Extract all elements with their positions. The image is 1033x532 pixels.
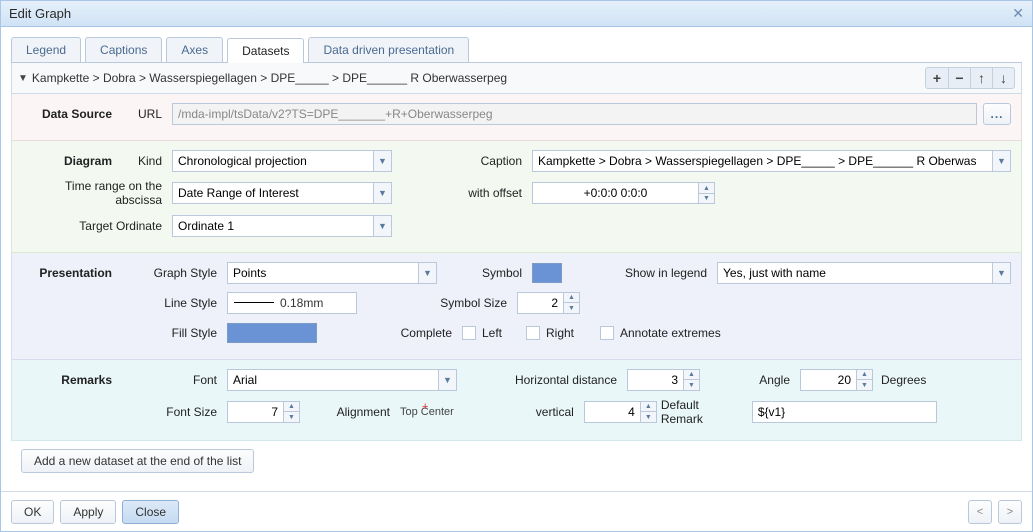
label-complete: Complete [317, 326, 462, 340]
move-up-icon[interactable]: ↑ [970, 68, 992, 88]
label-font: Font [122, 373, 227, 387]
label-url: URL [122, 107, 172, 121]
close-button[interactable]: Close [122, 500, 179, 524]
vertical-spinner[interactable]: ▲▼ [584, 401, 657, 423]
section-label: Data Source [22, 107, 122, 121]
label-degrees: Degrees [873, 373, 936, 387]
tab-datasets[interactable]: Datasets [227, 38, 304, 63]
tabs: Legend Captions Axes Datasets Data drive… [11, 37, 1022, 63]
label-hdist: Horizontal distance [457, 373, 627, 387]
hdist-spinner[interactable]: ▲▼ [627, 369, 700, 391]
footer: OK Apply Close < > [1, 491, 1032, 531]
label-offset: with offset [412, 186, 532, 200]
section-data-source: Data Source URL ... [11, 94, 1022, 141]
font-combo[interactable]: ▼ [227, 369, 457, 391]
tab-captions[interactable]: Captions [85, 37, 162, 62]
spin-down-icon[interactable]: ▼ [684, 380, 699, 390]
default-remark-field[interactable] [752, 401, 937, 423]
symbol-size-spinner[interactable]: ▲▼ [517, 292, 580, 314]
label-fill-style: Fill Style [122, 326, 227, 340]
annotate-checkbox[interactable] [600, 326, 614, 340]
edit-graph-window: Edit Graph ✕ Legend Captions Axes Datase… [0, 0, 1033, 532]
chevron-down-icon[interactable]: ▼ [373, 151, 391, 171]
line-style-picker[interactable]: 0.18mm [227, 292, 357, 314]
browse-button[interactable]: ... [983, 103, 1011, 125]
tab-ddp[interactable]: Data driven presentation [308, 37, 469, 62]
chevron-down-icon[interactable]: ▼ [373, 183, 391, 203]
breadcrumb: Kampkette > Dobra > Wasserspiegellagen >… [32, 71, 925, 85]
titlebar: Edit Graph ✕ [1, 1, 1032, 27]
section-label: Presentation [22, 266, 122, 280]
add-dataset-button[interactable]: Add a new dataset at the end of the list [21, 449, 254, 473]
left-checkbox[interactable] [462, 326, 476, 340]
chevron-down-icon[interactable]: ▼ [438, 370, 456, 390]
legend-combo[interactable]: ▼ [717, 262, 1011, 284]
label-range: Time range on the abscissa [22, 179, 172, 208]
section-presentation: Presentation Graph Style ▼ Symbol Show i… [11, 253, 1022, 360]
apply-button[interactable]: Apply [60, 500, 116, 524]
chevron-down-icon[interactable]: ▼ [418, 263, 436, 283]
tab-axes[interactable]: Axes [166, 37, 223, 62]
spin-up-icon[interactable]: ▲ [699, 183, 714, 194]
spin-down-icon[interactable]: ▼ [857, 380, 872, 390]
label-graph-style: Graph Style [122, 266, 227, 280]
spin-up-icon[interactable]: ▲ [641, 402, 656, 413]
label-font-size: Font Size [122, 405, 227, 419]
label-alignment: Alignment [300, 405, 400, 419]
spin-up-icon[interactable]: ▲ [857, 370, 872, 381]
add-dataset-icon[interactable]: + [926, 68, 948, 88]
label-default-remark: Default Remark [657, 398, 752, 426]
spin-up-icon[interactable]: ▲ [564, 293, 579, 304]
target-combo[interactable]: ▼ [172, 215, 392, 237]
range-combo[interactable]: ▼ [172, 182, 392, 204]
fill-swatch[interactable] [227, 323, 317, 343]
label-kind: Kind [122, 154, 172, 168]
close-icon[interactable]: ✕ [1012, 5, 1024, 22]
prev-button[interactable]: < [968, 500, 992, 524]
kind-combo[interactable]: ▼ [172, 150, 392, 172]
label-symbol-size: Symbol Size [357, 296, 517, 310]
next-button[interactable]: > [998, 500, 1022, 524]
label-vertical: vertical [454, 405, 584, 419]
tab-legend[interactable]: Legend [11, 37, 81, 62]
remove-dataset-icon[interactable]: − [948, 68, 970, 88]
ok-button[interactable]: OK [11, 500, 54, 524]
label-right: Right [540, 326, 600, 340]
graph-style-combo[interactable]: ▼ [227, 262, 437, 284]
label-caption: Caption [412, 154, 532, 168]
spin-down-icon[interactable]: ▼ [564, 303, 579, 313]
url-field[interactable] [172, 103, 977, 125]
spin-up-icon[interactable]: ▲ [684, 370, 699, 381]
spin-down-icon[interactable]: ▼ [641, 412, 656, 422]
section-remarks: Remarks Font ▼ Horizontal distance ▲▼ An… [11, 360, 1022, 441]
label-left: Left [476, 326, 526, 340]
offset-spinner[interactable]: ▲▼ [532, 182, 715, 204]
section-label: Diagram [22, 154, 122, 168]
caption-combo[interactable]: ▼ [532, 150, 1011, 172]
alignment-picker[interactable]: +Top Center [400, 406, 454, 418]
breadcrumb-bar: ▼ Kampkette > Dobra > Wasserspiegellagen… [11, 63, 1022, 94]
chevron-down-icon[interactable]: ▼ [992, 263, 1010, 283]
spin-down-icon[interactable]: ▼ [284, 412, 299, 422]
label-annotate: Annotate extremes [614, 326, 731, 340]
chevron-down-icon[interactable]: ▼ [992, 151, 1010, 171]
window-title: Edit Graph [9, 6, 71, 21]
label-line-style: Line Style [122, 296, 227, 310]
font-size-spinner[interactable]: ▲▼ [227, 401, 300, 423]
section-label: Remarks [22, 373, 122, 387]
symbol-swatch[interactable] [532, 263, 562, 283]
spin-up-icon[interactable]: ▲ [284, 402, 299, 413]
spin-down-icon[interactable]: ▼ [699, 194, 714, 204]
label-show-legend: Show in legend [562, 266, 717, 280]
label-angle: Angle [700, 373, 800, 387]
collapse-icon[interactable]: ▼ [18, 73, 28, 84]
chevron-down-icon[interactable]: ▼ [373, 216, 391, 236]
angle-spinner[interactable]: ▲▼ [800, 369, 873, 391]
label-symbol: Symbol [437, 266, 532, 280]
right-checkbox[interactable] [526, 326, 540, 340]
move-down-icon[interactable]: ↓ [992, 68, 1014, 88]
label-target: Target Ordinate [22, 219, 172, 233]
section-diagram: Diagram Kind ▼ Caption ▼ Time range on t… [11, 141, 1022, 253]
